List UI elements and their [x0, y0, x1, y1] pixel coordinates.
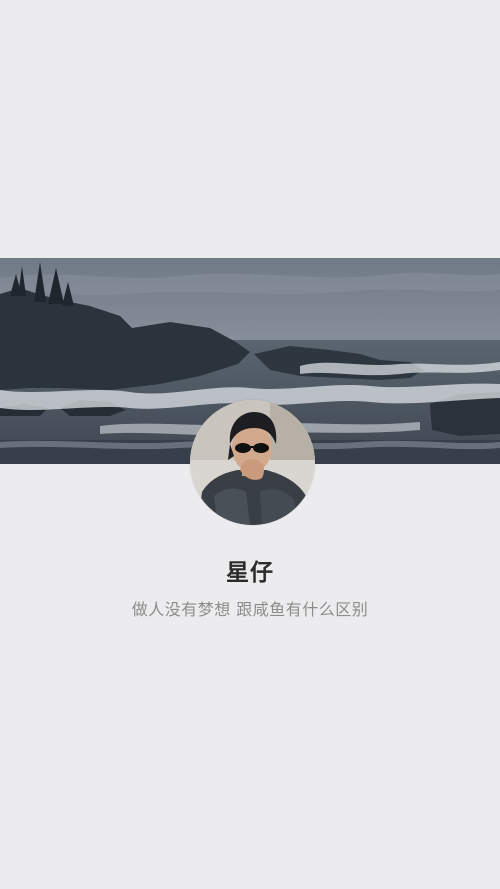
profile-signature: 做人没有梦想 跟咸鱼有什么区别 [131, 600, 369, 619]
profile-name: 星仔 [226, 560, 274, 586]
person-with-sunglasses-photo-icon [190, 400, 315, 525]
avatar[interactable] [190, 400, 315, 525]
